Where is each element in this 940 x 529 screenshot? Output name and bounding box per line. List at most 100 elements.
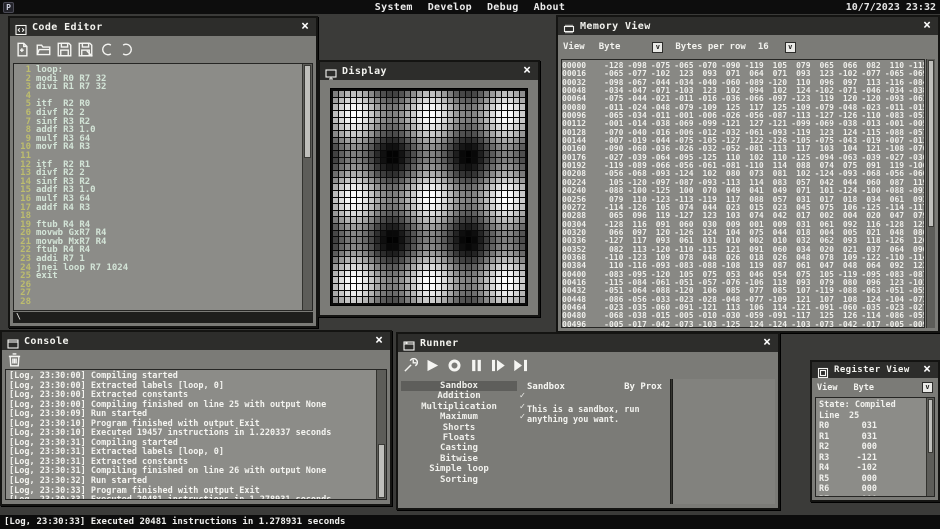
pixel: [466, 118, 471, 124]
pixel: [520, 237, 525, 243]
pixel: [466, 277, 471, 283]
scrollbar-thumb[interactable]: [378, 444, 385, 498]
program-item-maximum[interactable]: Maximum✓: [401, 412, 517, 422]
bytes-per-row-value[interactable]: 16: [758, 42, 769, 52]
view-mode-dropdown-icon[interactable]: v: [922, 382, 933, 393]
play-icon[interactable]: [425, 358, 440, 373]
pixel: [502, 217, 507, 223]
skip-end-icon[interactable]: [513, 358, 528, 373]
scrollbar-thumb[interactable]: [928, 399, 933, 453]
menu-item-about[interactable]: About: [534, 2, 566, 13]
memory-table[interactable]: 00000-128-098-075-065-070-090-1191050790…: [561, 59, 925, 328]
pixel: [454, 297, 459, 303]
pixel: [496, 98, 501, 104]
close-icon[interactable]: ×: [373, 334, 385, 348]
pixel: [514, 111, 519, 117]
register-scrollbar[interactable]: [926, 398, 934, 496]
program-item-shorts[interactable]: Shorts: [401, 423, 517, 433]
menu-item-develop[interactable]: Develop: [428, 2, 472, 13]
pixel: [478, 164, 483, 170]
pixel: [399, 237, 404, 243]
pixel: [345, 98, 350, 104]
pixel: [496, 291, 501, 297]
pixel: [357, 271, 362, 277]
program-item-multiplication[interactable]: Multiplication✓: [401, 402, 517, 412]
pixel: [508, 98, 513, 104]
pixel: [508, 198, 513, 204]
trash-icon[interactable]: [7, 352, 22, 367]
pixel: [369, 217, 374, 223]
register-list[interactable]: State: Compiled Line 25 R0031R1031R2000R…: [815, 397, 935, 497]
pixel: [484, 91, 489, 97]
save-icon[interactable]: [57, 42, 72, 57]
memory-view-titlebar[interactable]: Memory View ×: [558, 17, 938, 35]
pixel: [496, 297, 501, 303]
pixel: [454, 104, 459, 110]
bytes-per-row-dropdown-icon[interactable]: v: [785, 42, 796, 53]
menu-item-debug[interactable]: Debug: [487, 2, 519, 13]
register-view-titlebar[interactable]: Register View ×: [812, 362, 938, 378]
close-icon[interactable]: ×: [299, 20, 311, 34]
scrollbar-thumb[interactable]: [928, 60, 934, 227]
view-mode-value[interactable]: Byte: [599, 42, 621, 52]
pixel: [508, 184, 513, 190]
app-logo[interactable]: P: [3, 2, 14, 13]
pixel: [436, 104, 441, 110]
resize-grip-icon[interactable]: \: [16, 312, 21, 321]
pixel: [496, 217, 501, 223]
pixel: [387, 178, 392, 184]
view-mode-value[interactable]: Byte: [853, 383, 873, 393]
program-item-floats[interactable]: Floats: [401, 433, 517, 443]
close-icon[interactable]: ×: [521, 64, 533, 78]
code-scrollbar[interactable]: [302, 64, 312, 310]
pixel: [430, 178, 435, 184]
view-mode-dropdown-icon[interactable]: v: [652, 42, 663, 53]
redo-icon[interactable]: [120, 42, 135, 57]
pixel: [520, 297, 525, 303]
pixel: [448, 237, 453, 243]
pixel: [423, 237, 428, 243]
pause-icon[interactable]: [469, 358, 484, 373]
pixel: [484, 98, 489, 104]
undo-icon[interactable]: [99, 42, 114, 57]
close-icon[interactable]: ×: [761, 336, 773, 350]
pixel: [357, 104, 362, 110]
log-line: [Log, 23:30:33] Executed 20481 instructi…: [9, 496, 386, 500]
program-item-casting[interactable]: Casting: [401, 443, 517, 453]
code-editor-titlebar[interactable]: Code Editor ×: [10, 18, 316, 36]
pixel: [363, 184, 368, 190]
scrollbar-thumb[interactable]: [304, 65, 311, 158]
console-titlebar[interactable]: Console ×: [2, 332, 390, 350]
new-file-icon[interactable]: [15, 42, 30, 57]
close-icon[interactable]: ×: [921, 19, 933, 33]
program-item-addition[interactable]: Addition✓: [401, 391, 517, 401]
menu-item-system[interactable]: System: [375, 2, 413, 13]
pixel: [448, 271, 453, 277]
wrench-icon[interactable]: [403, 358, 418, 373]
pixel: [369, 138, 374, 144]
pixel: [381, 237, 386, 243]
pixel: [399, 124, 404, 130]
close-icon[interactable]: ×: [921, 363, 933, 377]
step-forward-icon[interactable]: [491, 358, 506, 373]
pixel: [375, 277, 380, 283]
console-log[interactable]: [Log, 23:30:00] Compiling started[Log, 2…: [5, 369, 387, 500]
pixel: [345, 198, 350, 204]
program-item-sorting[interactable]: Sorting: [401, 475, 517, 485]
pixel: [466, 164, 471, 170]
save-as-icon[interactable]: [78, 42, 93, 57]
record-icon[interactable]: [447, 358, 462, 373]
runner-titlebar[interactable]: Runner ×: [398, 334, 778, 352]
console-scrollbar[interactable]: [376, 370, 386, 499]
code-area[interactable]: 1loop:2modi R0 R7 323divi R1 R7 3245itf …: [13, 63, 313, 311]
program-item-simple-loop[interactable]: Simple loop: [401, 464, 517, 474]
open-file-icon[interactable]: [36, 42, 51, 57]
pixel: [454, 231, 459, 237]
mem-value: -073: [670, 321, 693, 328]
pixel: [351, 124, 356, 130]
pixel: [502, 191, 507, 197]
program-item-bitwise[interactable]: Bitwise: [401, 454, 517, 464]
program-item-sandbox[interactable]: Sandbox: [401, 381, 517, 391]
memory-scrollbar[interactable]: [926, 59, 935, 328]
display-titlebar[interactable]: Display ×: [320, 62, 538, 80]
